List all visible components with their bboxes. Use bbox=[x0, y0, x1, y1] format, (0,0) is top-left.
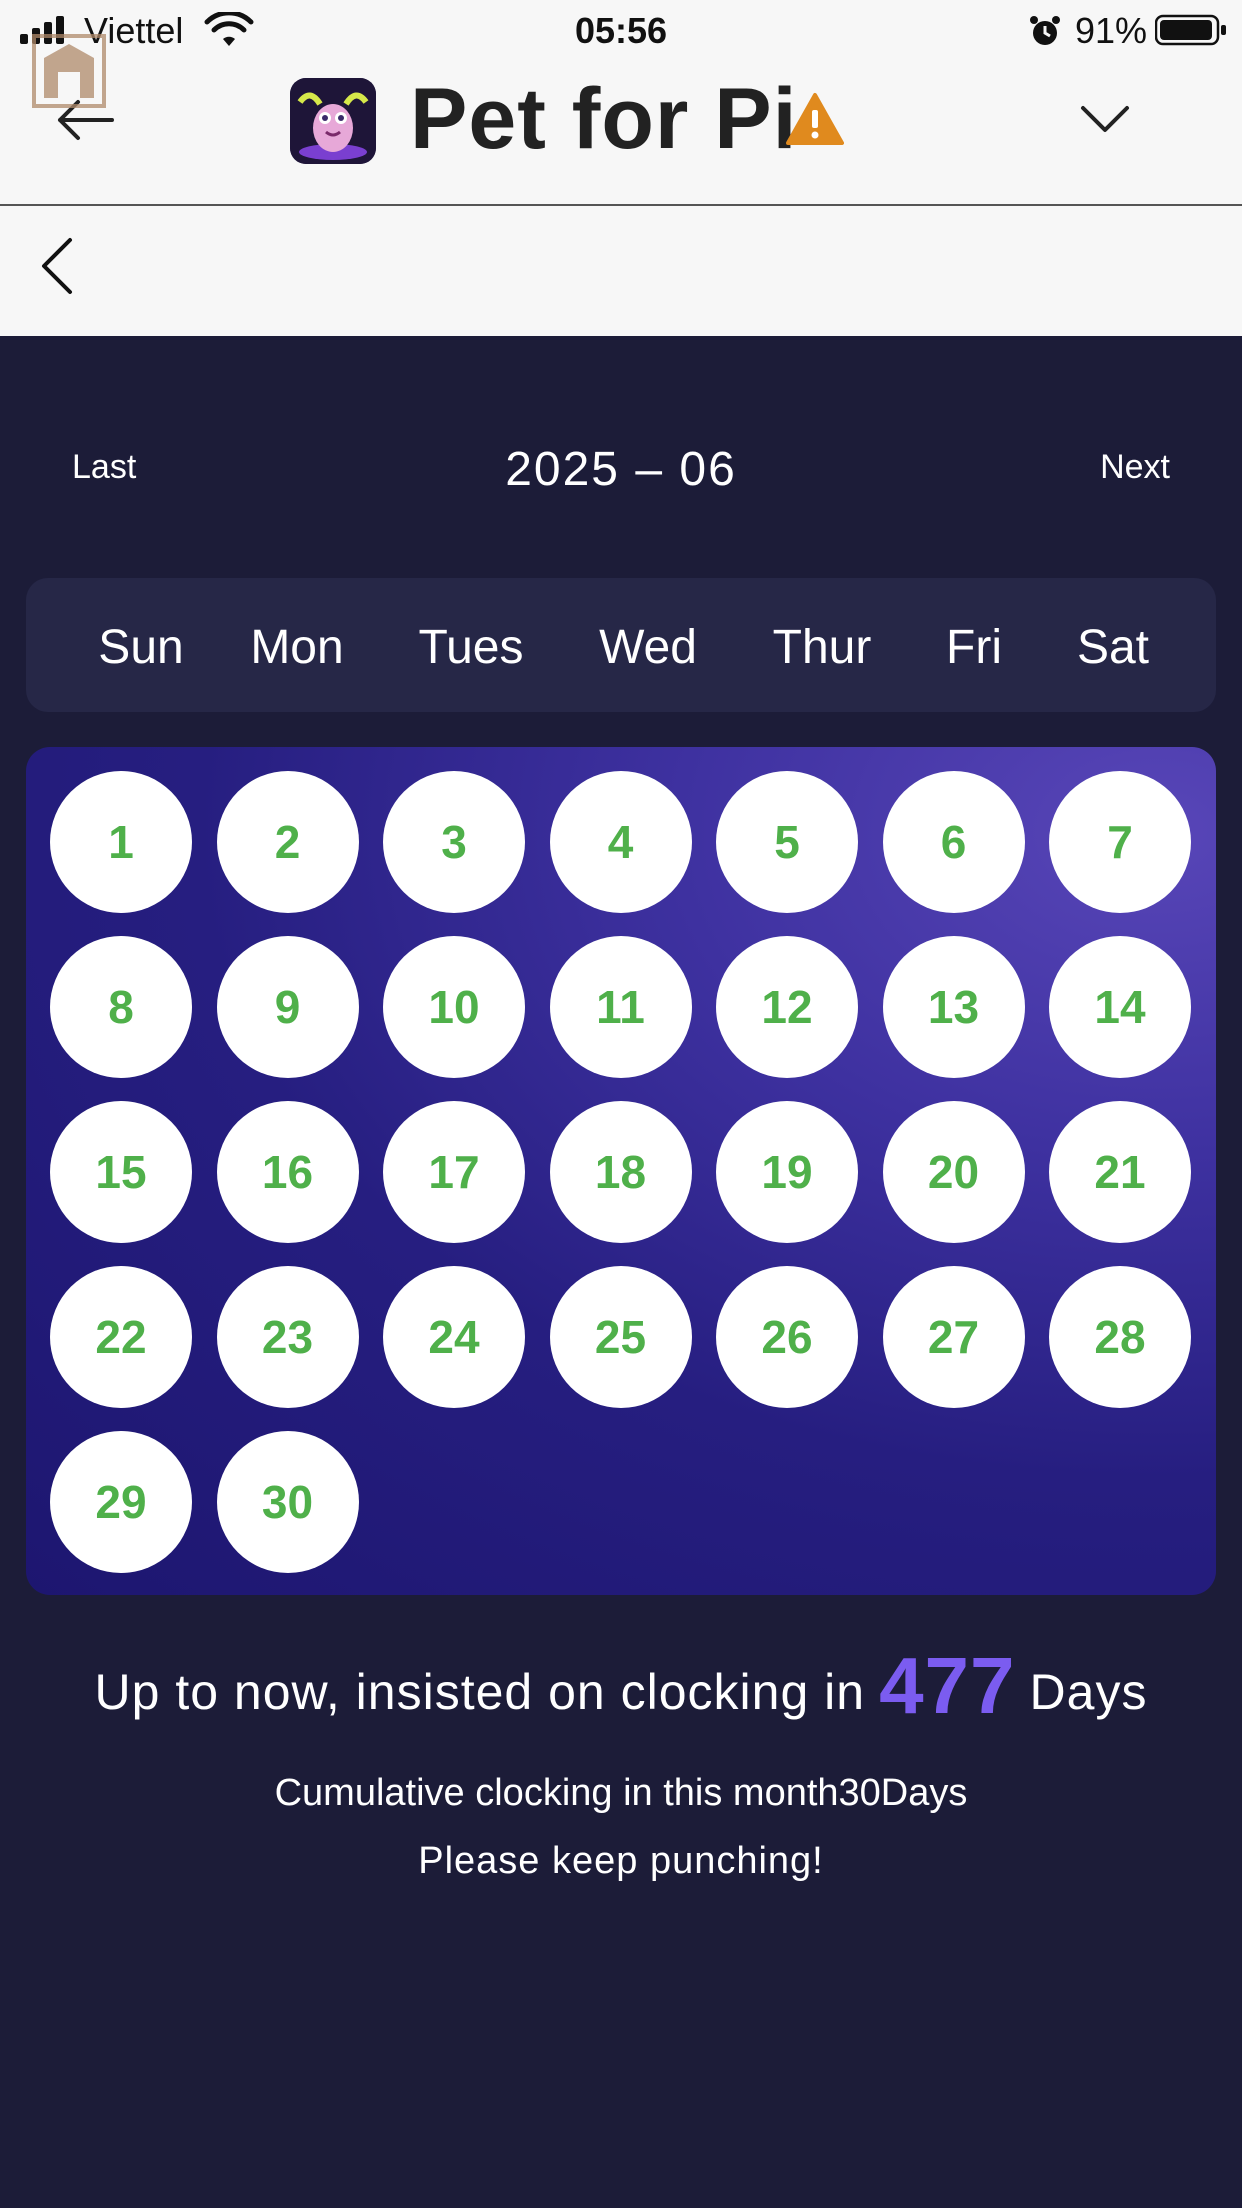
calendar-day[interactable]: 6 bbox=[882, 771, 1025, 913]
app-title: Pet for Pi bbox=[410, 71, 798, 167]
calendar-day[interactable]: 1 bbox=[50, 771, 192, 913]
current-month-label: 2025 – 06 bbox=[505, 443, 737, 496]
encouragement-text: Please keep punching! bbox=[418, 1840, 824, 1882]
calendar-day[interactable]: 12 bbox=[716, 936, 858, 1078]
calendar-day[interactable]: 14 bbox=[1049, 936, 1191, 1078]
calendar-day[interactable]: 19 bbox=[716, 1101, 858, 1243]
calendar-day[interactable]: 29 bbox=[50, 1431, 192, 1573]
status-bar: Viettel 05:56 91% bbox=[0, 0, 1242, 62]
chevron-down-icon[interactable] bbox=[1080, 104, 1130, 134]
home-badge-icon[interactable] bbox=[30, 32, 108, 110]
app-header: Pet for Pi bbox=[0, 34, 1242, 206]
weekday-fri: Fri bbox=[946, 621, 1002, 674]
pet-mascot-icon bbox=[290, 78, 376, 164]
chevron-left-icon[interactable] bbox=[38, 236, 78, 296]
calendar-day[interactable]: 21 bbox=[1049, 1101, 1191, 1243]
calendar-day[interactable]: 5 bbox=[716, 771, 858, 913]
calendar-day[interactable]: 23 bbox=[216, 1266, 359, 1408]
battery-percent: 91% bbox=[1075, 10, 1148, 51]
calendar-day[interactable]: 2 bbox=[216, 771, 359, 913]
calendar-day[interactable]: 7 bbox=[1049, 771, 1191, 913]
calendar-day[interactable]: 20 bbox=[882, 1101, 1025, 1243]
calendar-day[interactable]: 18 bbox=[549, 1101, 692, 1243]
calendar-day[interactable]: 4 bbox=[549, 771, 692, 913]
summary-total-line: Up to now, insisted on clocking in 477 Day… bbox=[0, 1640, 1242, 1732]
calendar-day[interactable]: 3 bbox=[383, 771, 525, 913]
calendar-day[interactable]: 30 bbox=[216, 1431, 359, 1573]
weekday-mon: Mon bbox=[250, 621, 344, 674]
warning-icon[interactable] bbox=[786, 92, 844, 146]
calendar-grid: 1 2 3 4 5 6 7 8 9 10 11 12 13 14 15 16 17 18 19 20 21 22 23 24 2… bbox=[26, 747, 1216, 1595]
app-icon bbox=[290, 78, 376, 164]
calendar-day[interactable]: 27 bbox=[882, 1266, 1025, 1408]
calendar-day[interactable]: 22 bbox=[50, 1266, 192, 1408]
month-selector: Last 2025 – 06 Next bbox=[0, 420, 1242, 520]
calendar-day[interactable]: 10 bbox=[383, 936, 525, 1078]
weekday-header: Sun Mon Tues Wed Thur Fri Sat bbox=[26, 578, 1216, 712]
weekday-tue: Tues bbox=[418, 621, 524, 674]
next-month-button[interactable]: Next bbox=[1100, 448, 1170, 487]
calendar-day[interactable]: 25 bbox=[549, 1266, 692, 1408]
calendar-day[interactable]: 15 bbox=[50, 1101, 192, 1243]
calendar-day[interactable]: 24 bbox=[383, 1266, 525, 1408]
calendar-day[interactable]: 26 bbox=[716, 1266, 858, 1408]
calendar-day[interactable]: 8 bbox=[50, 936, 192, 1078]
weekday-sat: Sat bbox=[1076, 621, 1150, 674]
weekday-thu: Thur bbox=[772, 621, 872, 674]
calendar-day[interactable]: 13 bbox=[882, 936, 1025, 1078]
page-nav-bar bbox=[0, 206, 1242, 336]
weekday-sun: Sun bbox=[98, 621, 184, 674]
calendar-day[interactable]: 16 bbox=[216, 1101, 359, 1243]
summary-suffix: Days bbox=[1029, 1664, 1148, 1720]
calendar-day[interactable]: 17 bbox=[383, 1101, 525, 1243]
summary-prefix: Up to now, insisted on clocking in bbox=[94, 1664, 866, 1720]
calendar-day[interactable]: 11 bbox=[549, 936, 692, 1078]
battery-icon bbox=[1155, 14, 1226, 46]
alarm-icon bbox=[1030, 16, 1060, 45]
clock-in-summary: Up to now, insisted on clocking in 477 Day… bbox=[0, 1640, 1242, 1882]
weekday-wed: Wed bbox=[599, 621, 697, 674]
total-days-count: 477 bbox=[879, 1641, 1016, 1730]
calendar-day[interactable]: 28 bbox=[1049, 1266, 1191, 1408]
monthly-cumulative-text: Cumulative clocking in this month30Days bbox=[274, 1772, 968, 1814]
calendar-day[interactable]: 9 bbox=[216, 936, 359, 1078]
